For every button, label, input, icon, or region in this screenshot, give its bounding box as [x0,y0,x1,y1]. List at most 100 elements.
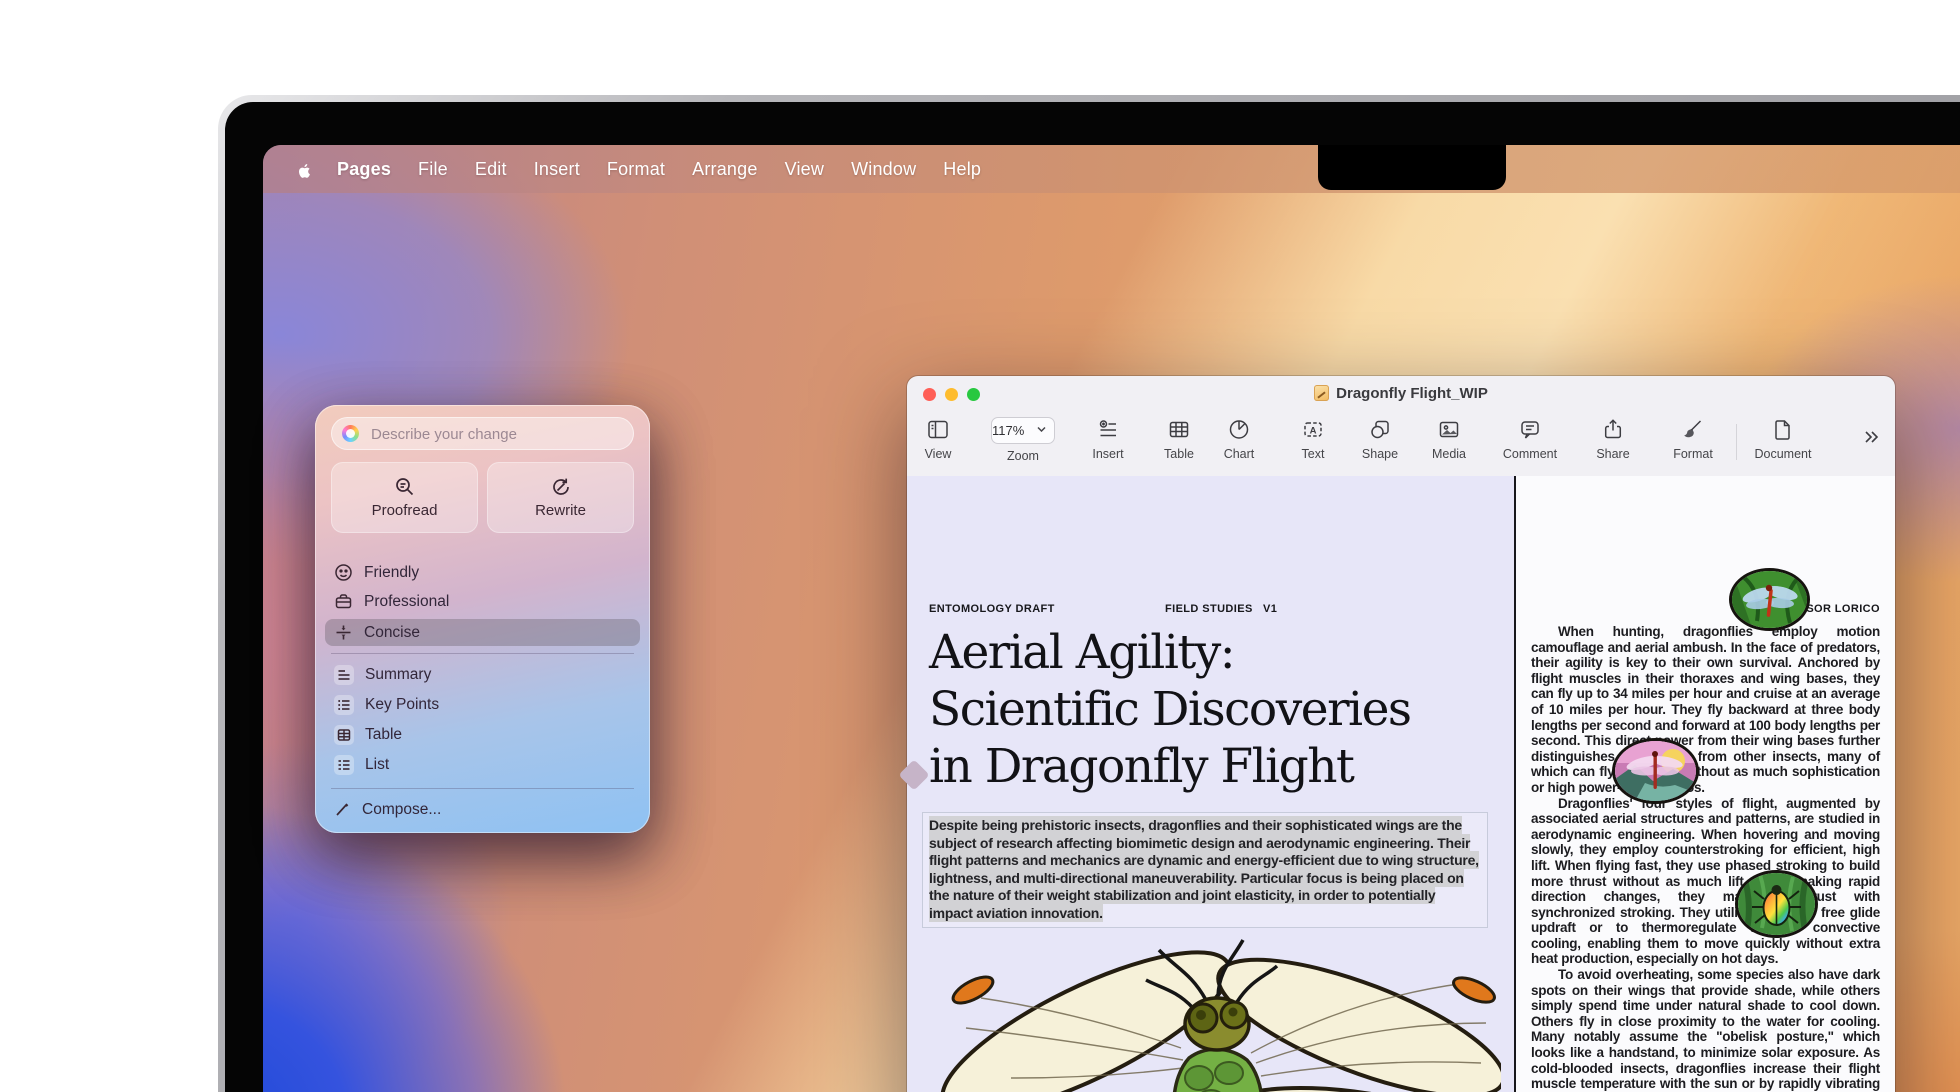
transform-option-table[interactable]: Table [325,722,640,747]
svg-text:A: A [1310,426,1317,437]
toolbar-button-comment[interactable]: Comment [1494,417,1566,463]
text-box-icon: A [1301,417,1325,442]
toolbar-label: Insert [1092,447,1123,461]
compose-pencil-icon [334,801,351,818]
header-entomology-draft: ENTOMOLOGY DRAFT [929,603,1055,615]
inline-image-dragonfly-sunset [1612,738,1699,804]
header-field-studies: FIELD STUDIES [1165,603,1253,615]
tone-option-professional[interactable]: Professional [325,589,640,614]
toolbar-label: Table [1164,447,1194,461]
table-small-icon [334,725,354,745]
summary-icon [334,665,354,685]
menu-item-window[interactable]: Window [851,159,916,180]
chevron-down-icon [1037,426,1046,432]
smiley-icon [334,563,353,582]
body-paragraph: Dragonflies' four styles of flight, augm… [1531,796,1880,968]
toolbar-button-view[interactable]: View [902,417,974,463]
transform-label: Key Points [365,696,439,714]
tone-option-concise-selected[interactable]: Concise [325,619,640,646]
chevrons-right-icon [1862,428,1882,446]
menu-item-format[interactable]: Format [607,159,665,180]
insert-icon [1096,417,1120,442]
toolbar-label: Document [1755,447,1812,461]
tone-label: Concise [364,624,420,642]
transform-option-list[interactable]: List [325,752,640,777]
toolbar-label: Zoom [1007,449,1039,463]
menu-item-arrange[interactable]: Arrange [692,159,757,180]
rewrite-icon [550,476,572,498]
apple-intelligence-icon [342,425,359,442]
body-paragraph: When hunting, dragonflies employ motion … [1531,624,1880,796]
compose-option[interactable]: Compose... [325,797,640,822]
tone-label: Friendly [364,564,419,582]
key-points-icon [334,695,354,715]
transform-label: Summary [365,666,431,684]
document-canvas: ENTOMOLOGY DRAFT FIELD STUDIES V1 PROFES… [907,476,1895,1092]
zoom-value: 117% [992,423,1024,438]
dragonfly-illustration [921,928,1501,1092]
toolbar-button-insert[interactable]: Insert [1072,417,1144,463]
proofread-button[interactable]: Proofread [331,462,478,533]
shape-icon [1368,417,1392,442]
tone-option-friendly[interactable]: Friendly [325,560,640,585]
briefcase-icon [334,592,353,611]
toolbar-button-format[interactable]: Format [1657,417,1729,463]
toolbar-label: View [925,447,952,461]
transform-label: List [365,756,389,774]
toolbar-zoom-control[interactable]: 117% Zoom [983,417,1063,465]
toolbar-label: Media [1432,447,1466,461]
transform-option-key-points[interactable]: Key Points [325,692,640,717]
inline-image-beetle [1735,870,1818,938]
toolbar-button-share[interactable]: Share [1577,417,1649,463]
toolbar-overflow-button[interactable] [1836,428,1908,449]
sidebar-view-icon [926,417,950,442]
display-notch [1318,145,1506,190]
toolbar-label: Chart [1224,447,1255,461]
lead-paragraph[interactable]: Despite being prehistoric insects, drago… [929,817,1481,923]
proofread-label: Proofread [372,502,438,519]
menu-bar: Pages File Edit Insert Format Arrange Vi… [263,145,1960,193]
toolbar-button-media[interactable]: Media [1413,417,1485,463]
document-file-icon [1314,385,1329,401]
toolbar-button-chart[interactable]: Chart [1203,417,1275,463]
right-column-text: When hunting, dragonflies employ motion … [1531,624,1880,1092]
document-title: Aerial Agility: Scientific Discoveries i… [929,624,1501,795]
transform-label: Table [365,726,402,744]
rewrite-button[interactable]: Rewrite [487,462,634,533]
selected-paragraph-box[interactable]: Despite being prehistoric insects, drago… [922,812,1488,928]
inline-image-dragonfly-jungle [1729,568,1810,631]
writing-tools-popup: Proofread Rewrite Friendly Professional … [315,405,650,833]
toolbar-button-document[interactable]: Document [1747,417,1819,463]
apple-menu-icon[interactable] [293,159,310,179]
toolbar-button-text[interactable]: A Text [1277,417,1349,463]
describe-change-input[interactable] [369,417,628,452]
menu-item-pages[interactable]: Pages [337,159,391,180]
describe-change-input-wrap [331,417,634,450]
transform-option-summary[interactable]: Summary [325,662,640,687]
window-title: Dragonfly Flight_WIP [907,385,1895,402]
popup-divider [331,653,634,654]
toolbar-label: Share [1596,447,1629,461]
share-icon [1601,417,1625,442]
chart-icon [1227,417,1251,442]
toolbar-label: Comment [1503,447,1557,461]
menu-item-file[interactable]: File [418,159,448,180]
concise-icon [334,623,353,642]
pages-window: Dragonfly Flight_WIP View 117% Zoom Inse… [907,376,1895,1092]
toolbar-label: Shape [1362,447,1398,461]
window-title-bar[interactable]: Dragonfly Flight_WIP [907,376,1895,412]
screenshot-stage: Pages File Edit Insert Format Arrange Vi… [0,0,1960,1092]
rewrite-label: Rewrite [535,502,586,519]
toolbar-button-shape[interactable]: Shape [1344,417,1416,463]
format-brush-icon [1681,417,1705,442]
tone-label: Professional [364,593,449,611]
compose-label: Compose... [362,801,441,819]
menu-item-insert[interactable]: Insert [534,159,580,180]
menu-item-view[interactable]: View [785,159,825,180]
menu-item-edit[interactable]: Edit [475,159,507,180]
proofread-icon [394,476,416,498]
media-icon [1437,417,1461,442]
menu-item-help[interactable]: Help [943,159,981,180]
header-professor-lorico: PROFESSOR LORICO [1531,603,1880,615]
header-version: V1 [1263,603,1277,615]
